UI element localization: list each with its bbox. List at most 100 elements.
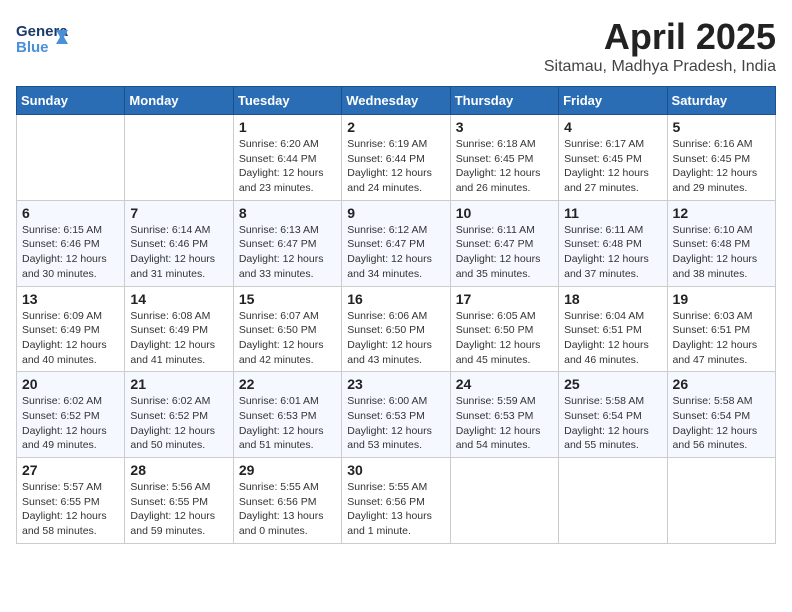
calendar-cell: 18Sunrise: 6:04 AM Sunset: 6:51 PM Dayli…	[559, 286, 667, 372]
day-info: Sunrise: 6:03 AM Sunset: 6:51 PM Dayligh…	[673, 309, 770, 368]
day-number: 5	[673, 119, 770, 135]
day-number: 29	[239, 462, 336, 478]
weekday-header-row: SundayMondayTuesdayWednesdayThursdayFrid…	[17, 87, 776, 115]
calendar-cell: 8 Sunrise: 6:13 AM Sunset: 6:47 PM Daylig…	[233, 200, 341, 286]
calendar-cell: 6 Sunrise: 6:15 AM Sunset: 6:46 PM Daylig…	[17, 200, 125, 286]
day-info: Sunrise: 6:11 AM Sunset: 6:47 PM Dayligh…	[456, 223, 553, 282]
day-info: Sunrise: 6:17 AM Sunset: 6:45 PM Dayligh…	[564, 137, 661, 196]
calendar-cell: 12 Sunrise: 6:10 AM Sunset: 6:48 PM Dayli…	[667, 200, 775, 286]
day-info: Sunrise: 6:06 AM Sunset: 6:50 PM Dayligh…	[347, 309, 444, 368]
calendar-cell	[559, 458, 667, 544]
day-info: Sunrise: 5:59 AM Sunset: 6:53 PM Dayligh…	[456, 394, 553, 453]
day-info: Sunrise: 5:56 AM Sunset: 6:55 PM Dayligh…	[130, 480, 227, 539]
title-section: April 2025 Sitamau, Madhya Pradesh, Indi…	[544, 16, 776, 76]
calendar-cell: 29 Sunrise: 5:55 AM Sunset: 6:56 PM Dayli…	[233, 458, 341, 544]
weekday-header-saturday: Saturday	[667, 87, 775, 115]
calendar-cell: 1Sunrise: 6:20 AM Sunset: 6:44 PM Daylig…	[233, 115, 341, 201]
calendar-table: SundayMondayTuesdayWednesdayThursdayFrid…	[16, 86, 776, 544]
day-number: 30	[347, 462, 444, 478]
calendar-week-row: 6 Sunrise: 6:15 AM Sunset: 6:46 PM Daylig…	[17, 200, 776, 286]
day-info: Sunrise: 6:15 AM Sunset: 6:46 PM Dayligh…	[22, 223, 119, 282]
day-number: 27	[22, 462, 119, 478]
day-number: 19	[673, 291, 770, 307]
day-info: Sunrise: 6:02 AM Sunset: 6:52 PM Dayligh…	[22, 394, 119, 453]
day-number: 6	[22, 205, 119, 221]
day-number: 9	[347, 205, 444, 221]
day-info: Sunrise: 6:02 AM Sunset: 6:52 PM Dayligh…	[130, 394, 227, 453]
calendar-cell: 23Sunrise: 6:00 AM Sunset: 6:53 PM Dayli…	[342, 372, 450, 458]
day-info: Sunrise: 5:55 AM Sunset: 6:56 PM Dayligh…	[239, 480, 336, 539]
svg-text:Blue: Blue	[16, 39, 49, 56]
calendar-cell	[17, 115, 125, 201]
day-info: Sunrise: 6:13 AM Sunset: 6:47 PM Dayligh…	[239, 223, 336, 282]
calendar-cell	[667, 458, 775, 544]
weekday-header-monday: Monday	[125, 87, 233, 115]
day-info: Sunrise: 6:14 AM Sunset: 6:46 PM Dayligh…	[130, 223, 227, 282]
day-number: 13	[22, 291, 119, 307]
calendar-cell	[450, 458, 558, 544]
day-info: Sunrise: 6:19 AM Sunset: 6:44 PM Dayligh…	[347, 137, 444, 196]
day-number: 20	[22, 376, 119, 392]
day-number: 11	[564, 205, 661, 221]
calendar-cell: 22 Sunrise: 6:01 AM Sunset: 6:53 PM Dayli…	[233, 372, 341, 458]
day-info: Sunrise: 6:00 AM Sunset: 6:53 PM Dayligh…	[347, 394, 444, 453]
day-number: 4	[564, 119, 661, 135]
calendar-header: SundayMondayTuesdayWednesdayThursdayFrid…	[17, 87, 776, 115]
day-number: 8	[239, 205, 336, 221]
calendar-cell: 4 Sunrise: 6:17 AM Sunset: 6:45 PM Daylig…	[559, 115, 667, 201]
day-info: Sunrise: 6:09 AM Sunset: 6:49 PM Dayligh…	[22, 309, 119, 368]
day-number: 1	[239, 119, 336, 135]
day-info: Sunrise: 6:11 AM Sunset: 6:48 PM Dayligh…	[564, 223, 661, 282]
calendar-body: 1Sunrise: 6:20 AM Sunset: 6:44 PM Daylig…	[17, 115, 776, 544]
day-number: 10	[456, 205, 553, 221]
calendar-week-row: 20 Sunrise: 6:02 AM Sunset: 6:52 PM Dayli…	[17, 372, 776, 458]
calendar-week-row: 1Sunrise: 6:20 AM Sunset: 6:44 PM Daylig…	[17, 115, 776, 201]
calendar-cell: 21 Sunrise: 6:02 AM Sunset: 6:52 PM Dayli…	[125, 372, 233, 458]
day-info: Sunrise: 6:01 AM Sunset: 6:53 PM Dayligh…	[239, 394, 336, 453]
calendar-cell	[125, 115, 233, 201]
calendar-cell: 27 Sunrise: 5:57 AM Sunset: 6:55 PM Dayli…	[17, 458, 125, 544]
calendar-cell: 14Sunrise: 6:08 AM Sunset: 6:49 PM Dayli…	[125, 286, 233, 372]
calendar-cell: 16 Sunrise: 6:06 AM Sunset: 6:50 PM Dayli…	[342, 286, 450, 372]
day-info: Sunrise: 6:10 AM Sunset: 6:48 PM Dayligh…	[673, 223, 770, 282]
day-info: Sunrise: 6:07 AM Sunset: 6:50 PM Dayligh…	[239, 309, 336, 368]
day-info: Sunrise: 5:55 AM Sunset: 6:56 PM Dayligh…	[347, 480, 444, 539]
day-info: Sunrise: 6:05 AM Sunset: 6:50 PM Dayligh…	[456, 309, 553, 368]
calendar-week-row: 27 Sunrise: 5:57 AM Sunset: 6:55 PM Dayli…	[17, 458, 776, 544]
calendar-cell: 19 Sunrise: 6:03 AM Sunset: 6:51 PM Dayli…	[667, 286, 775, 372]
calendar-cell: 25Sunrise: 5:58 AM Sunset: 6:54 PM Dayli…	[559, 372, 667, 458]
calendar-cell: 30 Sunrise: 5:55 AM Sunset: 6:56 PM Dayli…	[342, 458, 450, 544]
calendar-cell: 24Sunrise: 5:59 AM Sunset: 6:53 PM Dayli…	[450, 372, 558, 458]
weekday-header-wednesday: Wednesday	[342, 87, 450, 115]
day-number: 28	[130, 462, 227, 478]
weekday-header-friday: Friday	[559, 87, 667, 115]
calendar-cell: 5Sunrise: 6:16 AM Sunset: 6:45 PM Daylig…	[667, 115, 775, 201]
calendar-cell: 7 Sunrise: 6:14 AM Sunset: 6:46 PM Daylig…	[125, 200, 233, 286]
calendar-cell: 13 Sunrise: 6:09 AM Sunset: 6:49 PM Dayli…	[17, 286, 125, 372]
calendar-cell: 28 Sunrise: 5:56 AM Sunset: 6:55 PM Dayli…	[125, 458, 233, 544]
calendar-cell: 26 Sunrise: 5:58 AM Sunset: 6:54 PM Dayli…	[667, 372, 775, 458]
day-info: Sunrise: 5:57 AM Sunset: 6:55 PM Dayligh…	[22, 480, 119, 539]
day-number: 12	[673, 205, 770, 221]
day-number: 14	[130, 291, 227, 307]
day-number: 2	[347, 119, 444, 135]
day-number: 3	[456, 119, 553, 135]
day-number: 7	[130, 205, 227, 221]
logo: General Blue	[16, 16, 68, 65]
calendar-cell: 20 Sunrise: 6:02 AM Sunset: 6:52 PM Dayli…	[17, 372, 125, 458]
day-number: 15	[239, 291, 336, 307]
day-number: 26	[673, 376, 770, 392]
calendar-cell: 10 Sunrise: 6:11 AM Sunset: 6:47 PM Dayli…	[450, 200, 558, 286]
page-header: General Blue April 2025 Sitamau, Madhya …	[16, 16, 776, 76]
day-number: 16	[347, 291, 444, 307]
day-number: 17	[456, 291, 553, 307]
logo-icon: General Blue	[16, 16, 68, 60]
day-number: 22	[239, 376, 336, 392]
day-info: Sunrise: 6:04 AM Sunset: 6:51 PM Dayligh…	[564, 309, 661, 368]
day-info: Sunrise: 6:12 AM Sunset: 6:47 PM Dayligh…	[347, 223, 444, 282]
month-year-title: April 2025	[544, 16, 776, 58]
calendar-week-row: 13 Sunrise: 6:09 AM Sunset: 6:49 PM Dayli…	[17, 286, 776, 372]
calendar-cell: 3Sunrise: 6:18 AM Sunset: 6:45 PM Daylig…	[450, 115, 558, 201]
day-number: 21	[130, 376, 227, 392]
day-info: Sunrise: 5:58 AM Sunset: 6:54 PM Dayligh…	[673, 394, 770, 453]
